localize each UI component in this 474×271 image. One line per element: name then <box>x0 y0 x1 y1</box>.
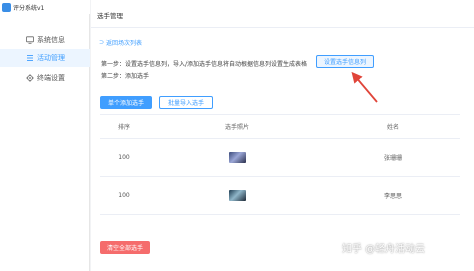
app-window: 评分系统v1 系统信息 活动管理 终端设置 选手管理 ⊃ 返回场次列表 第一步：… <box>0 0 474 271</box>
sidebar-item-activity-management[interactable]: 活动管理 <box>0 49 90 67</box>
sidebar-item-label: 系统信息 <box>37 36 65 44</box>
back-icon: ⊃ <box>99 39 105 46</box>
monitor-icon <box>26 36 34 44</box>
title-bar: 评分系统v1 <box>0 0 90 14</box>
order-cell: 100 <box>118 192 130 199</box>
page-title: 选手管理 <box>97 12 123 20</box>
sidebar-item-system-info[interactable]: 系统信息 <box>0 31 90 49</box>
clear-all-players-button[interactable]: 清空全部选手 <box>100 241 150 254</box>
name-cell: 李思思 <box>383 193 402 200</box>
batch-import-players-button[interactable]: 批量导入选手 <box>159 96 213 109</box>
back-to-sessions-link[interactable]: ⊃ 返回场次列表 <box>99 38 142 47</box>
column-header-photo: 选手照片 <box>224 124 249 131</box>
photo-cell <box>148 177 326 214</box>
player-photo[interactable] <box>228 190 246 201</box>
table-row[interactable]: 100 张珊珊 <box>100 139 460 177</box>
sidebar-item-terminal-settings[interactable]: 终端设置 <box>0 69 90 87</box>
column-header-order[interactable]: 排序 <box>100 115 148 138</box>
watermark: 知乎 @轻舟活动云 <box>342 244 426 255</box>
sidebar: 系统信息 活动管理 终端设置 <box>0 14 90 271</box>
photo-cell <box>148 139 326 176</box>
players-table: 排序 选手照片 姓名 100 张珊珊 100 李思思 <box>100 114 460 215</box>
app-title: 评分系统v1 <box>13 4 45 12</box>
sidebar-item-label: 活动管理 <box>37 54 65 62</box>
step-two-text: 第二步：添加选手 <box>101 73 150 80</box>
name-cell: 张珊珊 <box>383 155 402 162</box>
table-header-row: 排序 选手照片 姓名 <box>100 115 460 139</box>
order-cell: 100 <box>118 154 130 161</box>
back-link-label: 返回场次列表 <box>106 40 143 47</box>
gear-icon <box>26 74 34 82</box>
player-photo[interactable] <box>228 152 246 163</box>
set-player-info-columns-button[interactable]: 设置选手信息列 <box>316 55 374 68</box>
divider <box>91 27 474 28</box>
add-single-player-button[interactable]: 单个添加选手 <box>100 96 152 109</box>
step-one-text: 第一步：设置选手信息列，导入/添加选手信息将自动根据信息列设置生成表格 <box>101 61 308 68</box>
main-panel: 选手管理 ⊃ 返回场次列表 第一步：设置选手信息列，导入/添加选手信息将自动根据… <box>91 0 474 271</box>
list-icon <box>26 54 34 62</box>
table-row[interactable]: 100 李思思 <box>100 177 460 215</box>
sidebar-item-label: 终端设置 <box>37 74 65 82</box>
column-header-name: 姓名 <box>386 124 399 131</box>
app-logo <box>2 2 11 12</box>
